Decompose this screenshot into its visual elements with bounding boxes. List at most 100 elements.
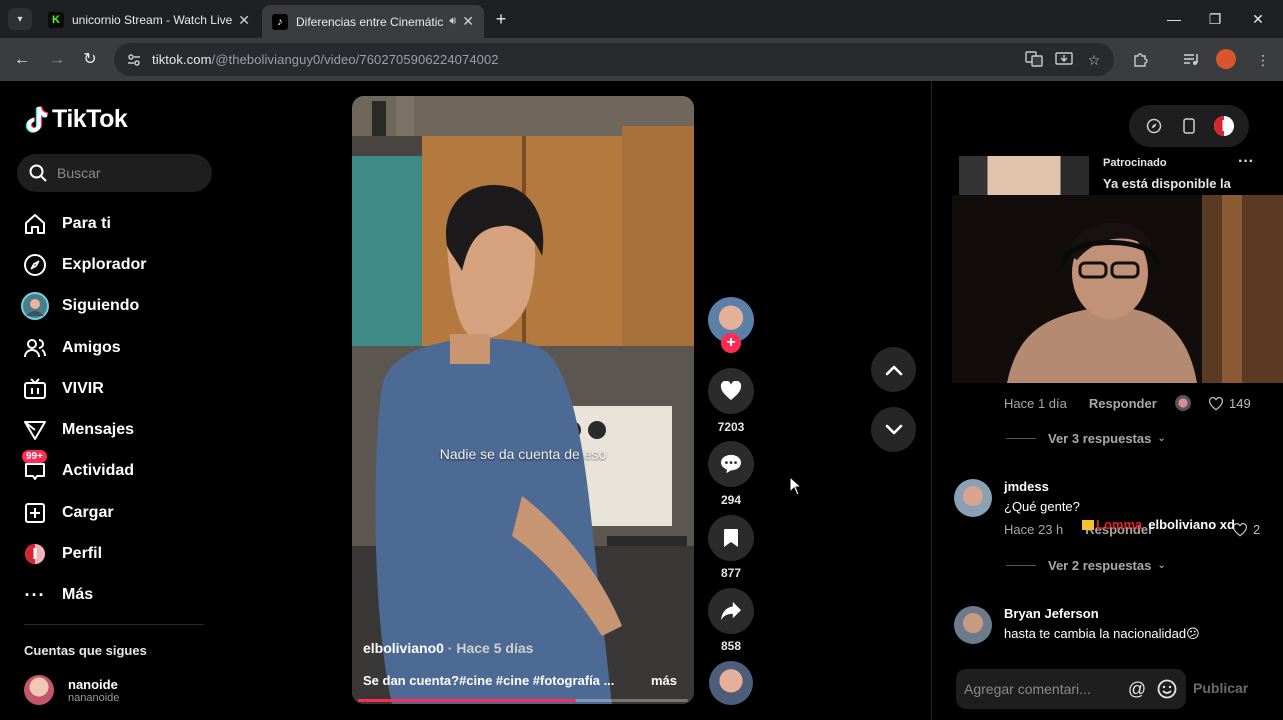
- mention-icon[interactable]: @: [1125, 677, 1149, 701]
- profile-avatar-icon[interactable]: [1213, 115, 1235, 137]
- video-progress-bar[interactable]: [358, 699, 688, 702]
- main-nav: Para ti Explorador Siguiendo Amigos VIVI…: [20, 203, 220, 616]
- post-time: · Hace 5 días: [443, 640, 534, 656]
- reply-button[interactable]: Responder: [1089, 396, 1157, 411]
- compass-icon[interactable]: [1143, 115, 1165, 137]
- nav-item-actividad[interactable]: 99+ Actividad: [20, 450, 220, 492]
- search-box[interactable]: [17, 154, 212, 192]
- tiktok-logo[interactable]: TikTok: [24, 105, 128, 134]
- nav-item-para-ti[interactable]: Para ti: [20, 203, 220, 244]
- nav-item-siguiendo[interactable]: Siguiendo: [20, 286, 220, 327]
- avatar[interactable]: [954, 479, 992, 517]
- view-mode-switcher: [1129, 105, 1249, 147]
- following-accounts-title: Cuentas que sigues: [24, 643, 147, 658]
- more-options-icon[interactable]: ···: [1238, 153, 1254, 171]
- install-app-icon[interactable]: [1054, 50, 1074, 70]
- restore-button[interactable]: ❐: [1195, 6, 1235, 32]
- nav-item-explorador[interactable]: Explorador: [20, 244, 220, 285]
- tab-search-button[interactable]: ▾: [8, 8, 32, 30]
- author-name[interactable]: elboliviano0: [363, 640, 444, 656]
- sponsored-item[interactable]: Patrocinado ··· Ya está disponible la: [956, 153, 1276, 196]
- search-input[interactable]: [57, 165, 197, 181]
- browser-menu-icon[interactable]: ⋮: [1253, 50, 1273, 70]
- comment-author[interactable]: jmdess: [1004, 479, 1049, 494]
- ad-text: Ya está disponible la: [1103, 176, 1231, 191]
- comment-button[interactable]: [708, 441, 754, 487]
- comment-time: Hace 1 día: [1004, 396, 1067, 411]
- speaker-icon[interactable]: 🔊︎: [449, 15, 456, 28]
- close-window-button[interactable]: ✕: [1238, 6, 1278, 32]
- crown-icon: [1082, 519, 1094, 530]
- share-button[interactable]: [708, 588, 754, 634]
- nav-label: Siguiendo: [62, 297, 140, 315]
- translate-icon[interactable]: [1024, 50, 1044, 70]
- emoji-icon[interactable]: [1155, 677, 1179, 701]
- media-control-icon[interactable]: [1181, 50, 1201, 70]
- heart-outline-icon: [1208, 396, 1224, 411]
- close-tab-icon[interactable]: ✕: [462, 13, 474, 30]
- url-host: tiktok.com: [152, 52, 212, 67]
- comment-author[interactable]: Bryan Jeferson: [1004, 606, 1099, 621]
- activity-badge: 99+: [22, 450, 47, 464]
- like-button[interactable]: [708, 368, 754, 414]
- compass-icon: [20, 250, 50, 280]
- video-author[interactable]: elboliviano0 · Hace 5 días: [363, 640, 533, 656]
- tab-tiktok-video[interactable]: ♪ Diferencias entre Cinemátic 🔊︎ ✕: [262, 5, 484, 38]
- video-progress-fill: [358, 699, 576, 702]
- following-account-item[interactable]: nanoide nananoide: [24, 675, 119, 705]
- browser-profile-avatar[interactable]: [1216, 49, 1236, 69]
- reload-button[interactable]: ↻: [78, 48, 102, 72]
- extensions-icon[interactable]: [1131, 50, 1151, 70]
- save-button[interactable]: [708, 515, 754, 561]
- comment-text: ¿Qué gente?: [1004, 499, 1080, 514]
- back-button[interactable]: ←: [10, 48, 34, 72]
- tab-unicornio-stream[interactable]: K unicornio Stream - Watch Live o ✕: [38, 5, 260, 35]
- replies-divider: [1006, 565, 1036, 566]
- nav-label: Mensajes: [62, 421, 135, 439]
- url-path: /@thebolivianguy0/video/7602705906224074…: [211, 52, 499, 67]
- avatar[interactable]: [954, 606, 992, 644]
- nav-item-amigos[interactable]: Amigos: [20, 327, 220, 368]
- minimize-button[interactable]: —: [1154, 6, 1194, 32]
- comment-composer: @: [956, 669, 1186, 709]
- nav-label: Amigos: [62, 338, 121, 356]
- publish-button[interactable]: Publicar: [1193, 680, 1248, 696]
- home-icon: [20, 209, 50, 239]
- forward-button[interactable]: →: [45, 48, 69, 72]
- comment-count: 294: [720, 493, 742, 507]
- address-bar[interactable]: tiktok.com/@thebolivianguy0/video/760270…: [114, 43, 1114, 76]
- comment-input[interactable]: [964, 681, 1119, 697]
- view-replies-button[interactable]: Ver 3 respuestas ⌄: [1006, 431, 1166, 446]
- previous-video-button[interactable]: [871, 347, 916, 392]
- mobile-device-icon[interactable]: [1178, 115, 1200, 137]
- view-replies-button[interactable]: Ver 2 respuestas ⌄: [1006, 558, 1166, 573]
- live-tv-icon: [20, 374, 50, 404]
- comment-likes[interactable]: 2: [1232, 522, 1260, 537]
- ad-thumbnail: [959, 156, 1089, 196]
- nav-item-mas[interactable]: ··· Más: [20, 575, 220, 616]
- nav-item-mensajes[interactable]: Mensajes: [20, 409, 220, 450]
- nav-label: Perfil: [62, 545, 103, 563]
- send-icon: [20, 415, 50, 445]
- video-player[interactable]: Nadie se da cuenta de eso elboliviano0 ·…: [352, 96, 694, 704]
- nav-label: Explorador: [62, 255, 147, 273]
- bookmark-star-icon[interactable]: ☆: [1084, 50, 1104, 70]
- upload-icon: [20, 498, 50, 528]
- follow-plus-button[interactable]: +: [721, 333, 741, 353]
- music-disc-avatar[interactable]: [709, 661, 753, 705]
- close-tab-icon[interactable]: ✕: [238, 12, 250, 29]
- new-tab-button[interactable]: +: [490, 8, 512, 30]
- comment-meta: Hace 1 día Responder: [1004, 396, 1157, 411]
- comment-icon: [721, 454, 741, 474]
- next-video-button[interactable]: [871, 407, 916, 452]
- site-info-icon[interactable]: [126, 52, 142, 68]
- nav-item-cargar[interactable]: Cargar: [20, 492, 220, 533]
- share-arrow-icon: [721, 601, 741, 621]
- comment-text: hasta te cambia la nacionalidad😕: [1004, 626, 1200, 641]
- tiktok-note-icon: [24, 105, 49, 134]
- video-description: Se dan cuenta?#cine #cine #fotografía ..…: [363, 673, 615, 688]
- comment-likes[interactable]: 149: [1208, 396, 1251, 411]
- more-description-button[interactable]: más: [651, 673, 677, 688]
- nav-item-vivir[interactable]: VIVIR: [20, 368, 220, 409]
- nav-item-perfil[interactable]: Perfil: [20, 533, 220, 574]
